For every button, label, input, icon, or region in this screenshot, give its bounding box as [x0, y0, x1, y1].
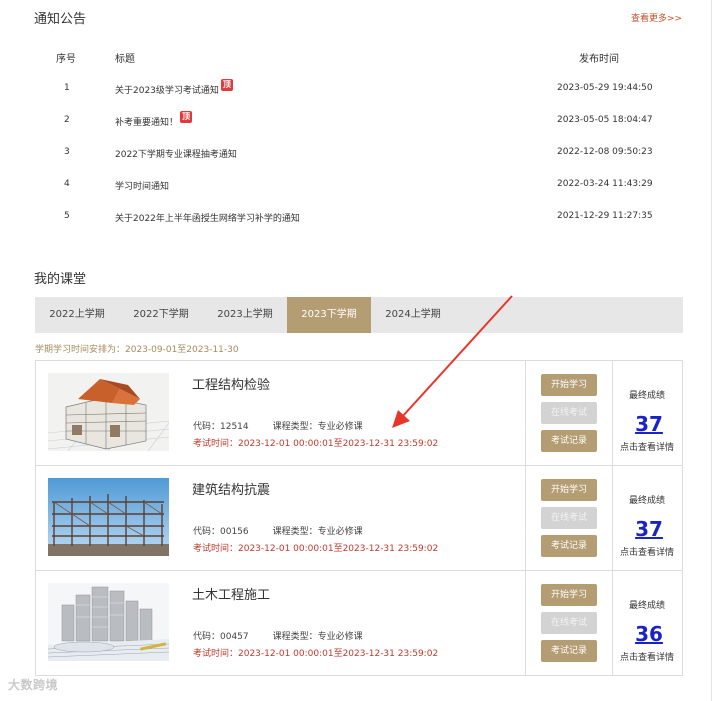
watermark-logo: 大数跨境 — [8, 678, 59, 692]
annotation-arrow-icon — [392, 295, 513, 428]
page-scrollbar[interactable] — [711, 0, 712, 701]
